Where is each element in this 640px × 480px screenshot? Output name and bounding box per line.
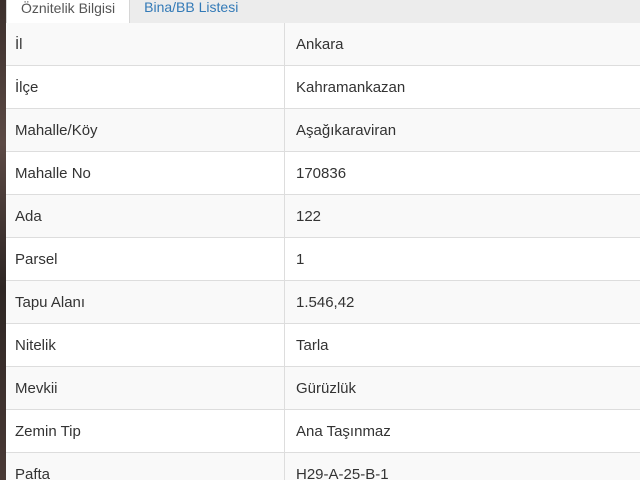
row-value: Ana Taşınmaz — [296, 422, 391, 440]
row-value: Kahramankazan — [296, 78, 406, 96]
tab-bar: Öznitelik Bilgisi Bina/BB Listesi — [6, 0, 640, 24]
attribute-table: İl Ankara İlçe Kahramankazan Mahalle/Köy… — [6, 23, 640, 480]
table-row-parsel: Parsel 1 — [6, 238, 640, 281]
row-label: Ada — [6, 195, 285, 237]
table-row-mahalle-no: Mahalle No 170836 — [6, 152, 640, 195]
row-value: H29-A-25-B-1 — [296, 465, 389, 480]
table-row-ada: Ada 122 — [6, 195, 640, 238]
row-label: Mahalle No — [6, 152, 285, 194]
row-label: Tapu Alanı — [6, 281, 285, 323]
tab-building-list[interactable]: Bina/BB Listesi — [130, 0, 252, 23]
table-row-nitelik: Nitelik Tarla — [6, 324, 640, 367]
table-row-pafta: Pafta H29-A-25-B-1 — [6, 453, 640, 480]
row-label: Pafta — [6, 453, 285, 480]
tab-attribute-info[interactable]: Öznitelik Bilgisi — [6, 0, 131, 24]
table-row-ilce: İlçe Kahramankazan — [6, 66, 640, 109]
row-value: Aşağıkaraviran — [296, 121, 397, 139]
table-row-mahalle-koy: Mahalle/Köy Aşağıkaraviran — [6, 109, 640, 152]
row-value: Ankara — [296, 35, 344, 53]
row-value: 1 — [296, 250, 305, 268]
row-value: Tarla — [296, 336, 329, 354]
row-label: Nitelik — [6, 324, 285, 366]
parcel-info-panel: Öznitelik Bilgisi Bina/BB Listesi İl Ank… — [0, 0, 640, 480]
row-label: İlçe — [6, 66, 285, 108]
table-row-tapu-alani: Tapu Alanı 1.546,42 — [6, 281, 640, 324]
row-label: Zemin Tip — [6, 410, 285, 452]
table-row-il: İl Ankara — [6, 23, 640, 66]
row-value: Gürüzlük — [296, 379, 357, 397]
row-value: 1.546,42 — [296, 293, 355, 311]
row-value: 122 — [296, 207, 322, 225]
table-row-mevkii: Mevkii Gürüzlük — [6, 367, 640, 410]
row-label: Mahalle/Köy — [6, 109, 285, 151]
row-label: Mevkii — [6, 367, 285, 409]
row-label: Parsel — [6, 238, 285, 280]
table-row-zemin-tip: Zemin Tip Ana Taşınmaz — [6, 410, 640, 453]
row-value: 170836 — [296, 164, 347, 182]
row-label: İl — [6, 23, 285, 65]
